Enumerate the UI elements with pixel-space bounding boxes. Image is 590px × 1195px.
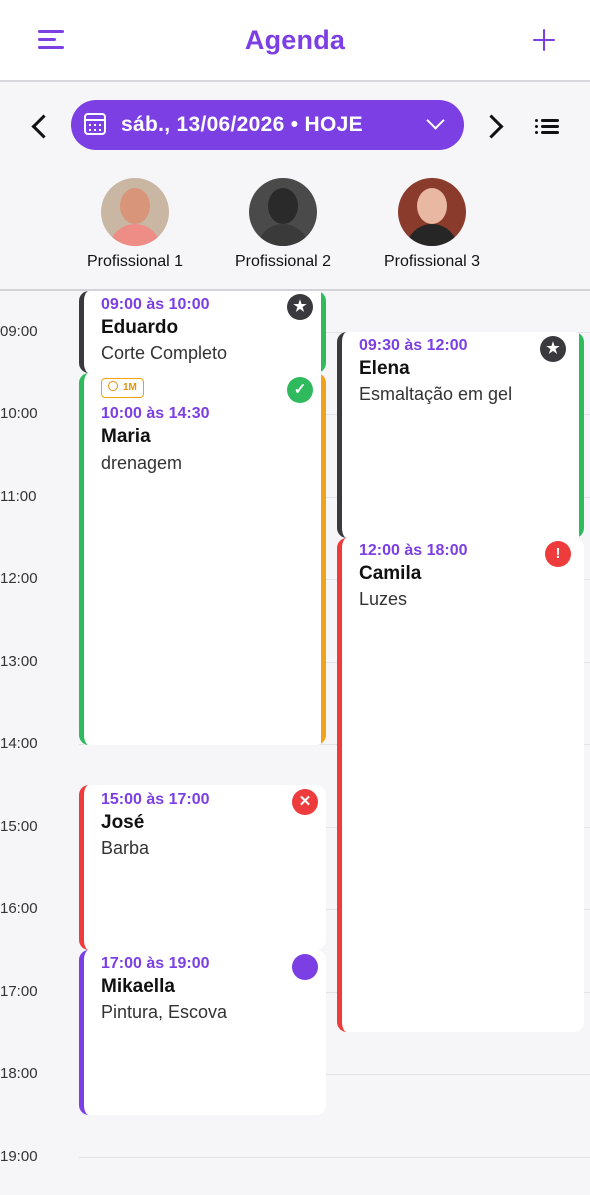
hour-label: 15:00 (0, 818, 38, 835)
page-title: Agenda (244, 25, 346, 55)
client-name: Eduardo (101, 317, 179, 338)
list-view-icon[interactable] (535, 119, 559, 135)
duration-tag: 1M (101, 378, 144, 398)
professional-column-header[interactable]: Profissional 3 (357, 178, 507, 271)
client-name: Mikaella (101, 976, 175, 997)
hour-label: 12:00 (0, 570, 38, 587)
client-name: Elena (359, 358, 410, 379)
hour-label: 16:00 (0, 900, 38, 917)
client-name: Maria (101, 426, 151, 447)
star-icon: ★ (540, 336, 566, 362)
check-icon: ✓ (287, 377, 313, 403)
appointment-card[interactable]: 17:00 às 19:00 Mikaella Pintura, Escova (79, 950, 326, 1115)
professional-column-header[interactable]: Profissional 1 (60, 178, 210, 271)
hour-label: 18:00 (0, 1065, 38, 1082)
hour-label: 14:00 (0, 735, 38, 752)
schedule-grid[interactable]: 09:00 10:00 11:00 12:00 13:00 14:00 15:0… (0, 291, 590, 1195)
chevron-down-icon (426, 111, 445, 130)
service-name: drenagem (101, 453, 183, 473)
professional-name: Profissional 2 (234, 253, 332, 270)
x-icon: ✕ (292, 789, 318, 815)
star-icon: ★ (287, 294, 313, 320)
avatar (101, 178, 169, 246)
professional-name: Profissional 3 (383, 253, 481, 270)
professional-column-header[interactable]: Profissional 2 (208, 178, 358, 271)
top-bar: Agenda (0, 0, 590, 82)
hour-label: 17:00 (0, 983, 38, 1000)
hour-label: 13:00 (0, 653, 38, 670)
appointment-card[interactable]: 12:00 às 18:00 Camila Luzes ! (337, 538, 584, 1032)
service-name: Luzes (359, 589, 408, 609)
appointment-time: 10:00 às 14:30 (101, 405, 210, 422)
appointment-time: 09:30 às 12:00 (359, 337, 468, 354)
professionals-row: Profissional 1 Profissional 2 Profission… (0, 170, 590, 288)
appointment-card[interactable]: 1M 10:00 às 14:30 Maria drenagem ✓ (79, 373, 326, 745)
appointment-card[interactable]: 09:00 às 10:00 Eduardo Corte Completo ★ (79, 291, 326, 373)
appointment-card[interactable]: 15:00 às 17:00 José Barba ✕ (79, 785, 326, 950)
service-name: Pintura, Escova (101, 1002, 228, 1022)
service-name: Barba (101, 838, 150, 858)
appointment-card[interactable]: 09:30 às 12:00 Elena Esmaltação em gel ★ (337, 332, 584, 538)
add-icon[interactable] (531, 27, 557, 53)
hour-label: 09:00 (0, 323, 38, 340)
clock-icon (108, 381, 118, 391)
appointment-time: 15:00 às 17:00 (101, 791, 210, 808)
hour-label: 19:00 (0, 1148, 38, 1165)
appointment-time: 12:00 às 18:00 (359, 542, 468, 559)
date-selector[interactable]: sáb., 13/06/2026 • HOJE (71, 100, 464, 150)
client-name: José (101, 812, 145, 833)
appointment-time: 17:00 às 19:00 (101, 955, 210, 972)
previous-day-chevron-icon[interactable] (31, 114, 56, 139)
next-day-chevron-icon[interactable] (479, 114, 504, 139)
service-name: Corte Completo (101, 343, 228, 363)
dot-icon (292, 954, 318, 980)
professional-name: Profissional 1 (86, 253, 184, 270)
date-bar: sáb., 13/06/2026 • HOJE (0, 84, 590, 164)
date-label: sáb., 13/06/2026 • HOJE (121, 113, 363, 136)
calendar-icon (84, 113, 106, 135)
hour-label: 11:00 (0, 488, 37, 505)
appointment-time: 09:00 às 10:00 (101, 296, 210, 313)
hour-label: 10:00 (0, 405, 38, 422)
avatar (398, 178, 466, 246)
exclamation-icon: ! (545, 541, 571, 567)
avatar (249, 178, 317, 246)
client-name: Camila (359, 563, 422, 584)
service-name: Esmaltação em gel (359, 384, 513, 404)
